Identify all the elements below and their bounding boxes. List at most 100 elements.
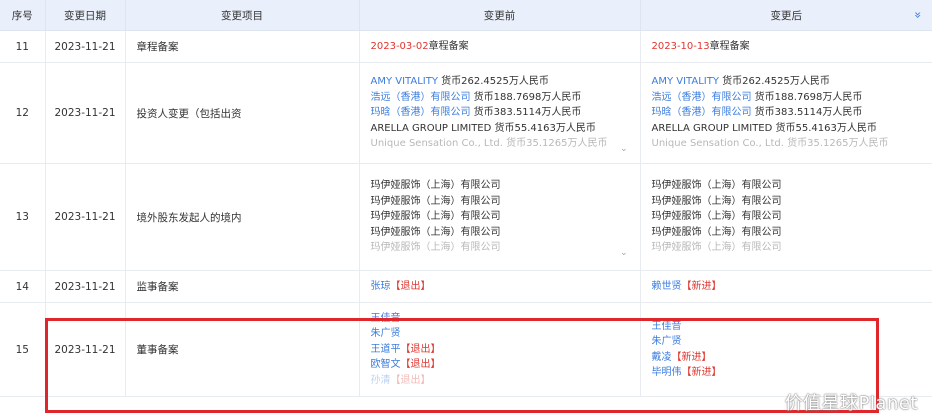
change-line: 浩远（香港）有限公司 货币188.7698万人民币 — [371, 90, 640, 106]
change-line: 玛伊娅服饰（上海）有限公司 — [652, 225, 932, 241]
row-item: 董事备案 — [125, 302, 360, 397]
row-date: 2023-11-21 — [45, 62, 126, 164]
line-text: Unique Sensation Co., Ltd. 货币35.1265万人民币 — [651, 138, 889, 150]
change-lines: 张琼【退出】 — [360, 273, 640, 301]
line-text: 货币262.4525万人民币 — [718, 76, 830, 88]
entity-link[interactable]: 浩远（香港）有限公司 — [371, 92, 471, 103]
entity-link[interactable]: 毕明伟 — [652, 367, 682, 378]
change-line: Unique Sensation Co., Ltd. 货币35.1265万人民币 — [371, 136, 640, 152]
row-item: 投资人变更（包括出资 — [125, 62, 360, 164]
line-text: 玛伊娅服饰（上海）有限公司 — [370, 195, 501, 207]
row-after: 玛伊娅服饰（上海）有限公司 玛伊娅服饰（上海）有限公司 玛伊娅服饰（上海）有限公司玛… — [640, 163, 932, 271]
line-text: 货币383.5114万人民币 — [470, 107, 582, 119]
change-line: 王佳音 — [371, 311, 640, 327]
change-line: 玛伊娅服饰（上海）有限公司 — [371, 209, 640, 225]
row-index: 12 — [0, 62, 46, 164]
row-before: 玛伊娅服饰（上海）有限公司 玛伊娅服饰（上海）有限公司 玛伊娅服饰（上海）有限公司玛… — [359, 163, 641, 271]
change-line: 2023-03-02章程备案 — [371, 39, 640, 55]
change-lines: 赖世贤【新进】 — [641, 273, 932, 301]
line-text: 货币383.5114万人民币 — [751, 107, 863, 119]
change-line: 王佳音 — [652, 319, 932, 335]
row-after: 2023-10-13章程备案 — [640, 30, 932, 63]
change-line: 玛伊娅服饰（上海）有限公司 — [371, 225, 640, 241]
status-tag: 【新进】 — [681, 280, 722, 292]
entity-link[interactable]: 王佳音 — [371, 313, 401, 324]
change-lines: 2023-10-13章程备案 — [641, 33, 932, 61]
change-line: ARELLA GROUP LIMITED 货币55.4163万人民币 — [371, 121, 640, 137]
change-lines: 玛伊娅服饰（上海）有限公司 玛伊娅服饰（上海）有限公司 玛伊娅服饰（上海）有限公司玛… — [641, 172, 932, 262]
entity-link[interactable]: AMY VITALITY — [371, 76, 438, 87]
change-line: 戴凌【新进】 — [652, 350, 932, 366]
watermark: 价值星球Planet — [784, 393, 918, 414]
entity-link[interactable]: 玛晗（香港）有限公司 — [371, 107, 471, 118]
header-change-date: 变更日期 — [45, 0, 126, 31]
chevron-double-down-icon[interactable]: » — [903, 9, 932, 21]
change-line: 玛伊娅服饰（上海）有限公司 — [371, 178, 640, 194]
change-record-table: 序号 变更日期 变更项目 变更前 变更后 11 2023-11-21 章程备案 202… — [0, 0, 932, 397]
header-change-item: 变更项目 — [125, 0, 360, 31]
line-text: 玛伊娅服饰（上海）有限公司 — [370, 226, 501, 238]
entity-link[interactable]: 王道平 — [371, 344, 401, 355]
change-line: 张琼【退出】 — [371, 279, 640, 295]
entity-link[interactable]: 浩远（香港）有限公司 — [652, 92, 752, 103]
change-lines: 2023-03-02章程备案 — [360, 33, 640, 61]
row-item: 章程备案 — [125, 30, 360, 63]
line-text: ARELLA GROUP LIMITED 货币55.4163万人民币 — [370, 122, 596, 134]
change-line: AMY VITALITY 货币262.4525万人民币 — [371, 74, 640, 90]
entity-link[interactable]: 赖世贤 — [652, 281, 682, 292]
line-text: 玛伊娅服饰（上海）有限公司 — [651, 226, 782, 238]
change-line: 王道平【退出】 — [371, 342, 640, 358]
table-row: 15 2023-11-21 董事备案 王佳音 朱广贤 王道平【退出】 欧智文【退出】 孙清【退… — [0, 302, 932, 397]
change-lines: 王佳音 朱广贤 戴凌【新进】 毕明伟【新进】 — [641, 313, 932, 387]
table-row: 14 2023-11-21 监事备案 张琼【退出】 赖世贤【新进】 — [0, 270, 932, 303]
entity-link[interactable]: 玛晗（香港）有限公司 — [652, 107, 752, 118]
status-tag: 【新进】 — [671, 351, 712, 363]
expand-more-icon[interactable]: ⌄ — [620, 248, 628, 258]
change-line: 玛伊娅服饰（上海）有限公司 — [371, 194, 640, 210]
line-text: 货币262.4525万人民币 — [437, 76, 549, 88]
entity-link[interactable]: 孙清 — [371, 375, 391, 386]
line-text: 玛伊娅服饰（上海）有限公司 — [370, 180, 501, 192]
expand-more-icon[interactable]: ⌄ — [620, 144, 628, 154]
change-line: ARELLA GROUP LIMITED 货币55.4163万人民币 — [652, 121, 932, 137]
entity-link[interactable]: 朱广贤 — [652, 336, 682, 347]
header-before: 变更前 — [359, 0, 641, 31]
row-before: 王佳音 朱广贤 王道平【退出】 欧智文【退出】 孙清【退出】 — [359, 302, 641, 397]
change-line: 玛伊娅服饰（上海）有限公司 — [652, 209, 932, 225]
change-line: 浩远（香港）有限公司 货币188.7698万人民币 — [652, 90, 932, 106]
row-date: 2023-11-21 — [45, 163, 126, 271]
entity-link[interactable]: AMY VITALITY — [652, 76, 719, 87]
change-line: 玛伊娅服饰（上海）有限公司 — [652, 178, 932, 194]
line-text: 玛伊娅服饰（上海）有限公司 — [651, 180, 782, 192]
line-text: ARELLA GROUP LIMITED 货币55.4163万人民币 — [651, 122, 877, 134]
status-tag: 【退出】 — [390, 280, 431, 292]
row-date: 2023-11-21 — [45, 30, 126, 63]
change-lines: AMY VITALITY 货币262.4525万人民币 浩远（香港）有限公司 货币… — [641, 68, 932, 158]
row-index: 15 — [0, 302, 46, 397]
change-line: 朱广贤 — [371, 326, 640, 342]
table-row: 12 2023-11-21 投资人变更（包括出资 AMY VITALITY 货币262… — [0, 62, 932, 164]
header-index: 序号 — [0, 0, 46, 31]
status-tag: 【退出】 — [400, 359, 441, 371]
table-row: 11 2023-11-21 章程备案 2023-03-02章程备案 2023-10-13… — [0, 30, 932, 63]
entity-link[interactable]: 朱广贤 — [371, 328, 401, 339]
status-tag: 【退出】 — [390, 374, 431, 386]
entity-link[interactable]: 欧智文 — [371, 359, 401, 370]
line-text: Unique Sensation Co., Ltd. 货币35.1265万人民币 — [370, 138, 608, 150]
entity-link[interactable]: 王佳音 — [652, 321, 682, 332]
change-line: 玛晗（香港）有限公司 货币383.5114万人民币 — [371, 105, 640, 121]
row-before: 2023-03-02章程备案 — [359, 30, 641, 63]
line-text: 玛伊娅服饰（上海）有限公司 — [651, 195, 782, 207]
change-line: 2023-10-13章程备案 — [652, 39, 932, 55]
status-tag: 2023-03-02 — [370, 40, 429, 52]
change-line: 玛伊娅服饰（上海）有限公司 — [371, 240, 640, 256]
change-line: 毕明伟【新进】 — [652, 365, 932, 381]
line-text: 章程备案 — [428, 40, 469, 52]
row-date: 2023-11-21 — [45, 302, 126, 397]
entity-link[interactable]: 戴凌 — [652, 352, 672, 363]
change-line: AMY VITALITY 货币262.4525万人民币 — [652, 74, 932, 90]
entity-link[interactable]: 张琼 — [371, 281, 391, 292]
row-after: AMY VITALITY 货币262.4525万人民币 浩远（香港）有限公司 货币… — [640, 62, 932, 164]
table-header-row: 序号 变更日期 变更项目 变更前 变更后 — [0, 0, 932, 31]
change-line: 欧智文【退出】 — [371, 357, 640, 373]
